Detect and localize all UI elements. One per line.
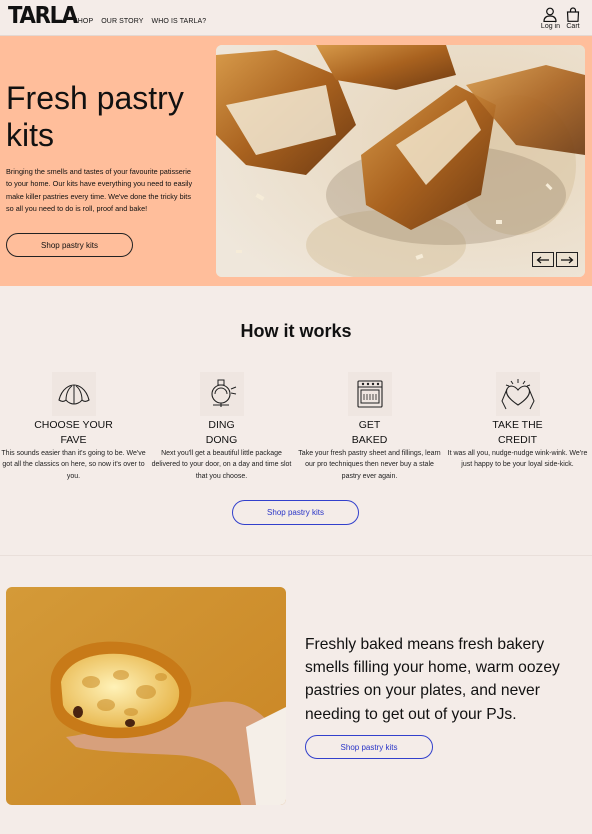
cart-label: Cart xyxy=(566,23,580,30)
main-nav: SHOP OUR STORY WHO IS TARLA? xyxy=(73,18,206,25)
step-title: DING DONG xyxy=(205,419,238,446)
step-take-credit: TAKE THE CREDIT It was all you, nudge-nu… xyxy=(445,372,590,471)
cart-link[interactable]: Cart xyxy=(566,7,580,30)
step-description: Take your fresh pastry sheet and filling… xyxy=(298,450,441,480)
step-ding-dong: DING DONG Next you'll get a beautiful li… xyxy=(149,372,294,482)
carousel-controls xyxy=(532,252,578,267)
step-choose: CHOOSE YOUR FAVE This sounds easier than… xyxy=(1,372,146,482)
how-it-works-title: How it works xyxy=(240,321,352,341)
step-description: Next you'll get a beautiful little packa… xyxy=(151,450,292,480)
feature-shop-button[interactable]: Shop pastry kits xyxy=(305,735,433,759)
feature-text: Freshly baked means fresh bakery smells … xyxy=(305,636,560,723)
step-title: CHOOSE YOUR FAVE xyxy=(34,419,113,446)
arrow-left-icon xyxy=(536,256,549,263)
pastry-hand-photo xyxy=(6,587,286,805)
how-shop-button[interactable]: Shop pastry kits xyxy=(232,500,359,525)
step-description: It was all you, nudge-nudge wink-wink. W… xyxy=(447,450,588,469)
heart-hands-icon xyxy=(495,372,540,416)
croissant-icon xyxy=(51,372,96,416)
nav-who-is-tarla[interactable]: WHO IS TARLA? xyxy=(152,18,207,25)
carousel-next-button[interactable] xyxy=(556,252,578,267)
oven-icon xyxy=(347,372,392,416)
hero-description: Bringing the smells and tastes of your f… xyxy=(6,167,193,214)
step-description: This sounds easier than it's going to be… xyxy=(1,450,146,480)
bag-icon xyxy=(566,7,580,22)
step-get-baked: GET BAKED Take your fresh pastry sheet a… xyxy=(297,372,442,482)
hero-section: Fresh pastry kits Bringing the smells an… xyxy=(0,36,592,286)
bell-icon xyxy=(199,372,244,416)
carousel-prev-button[interactable] xyxy=(532,252,554,267)
step-title: GET BAKED xyxy=(351,419,388,446)
arrow-right-icon xyxy=(561,256,574,263)
hero-shop-button[interactable]: Shop pastry kits xyxy=(6,233,133,257)
croissant-photo-illustration xyxy=(216,45,585,277)
site-header: TARLA SHOP OUR STORY WHO IS TARLA? Log i… xyxy=(0,0,592,36)
nav-our-story[interactable]: OUR STORY xyxy=(101,18,143,25)
hero-title: Fresh pastry kits xyxy=(6,80,184,153)
header-actions: Log in Cart xyxy=(541,7,580,30)
feature-section: Freshly baked means fresh bakery smells … xyxy=(0,557,592,834)
login-label: Log in xyxy=(540,23,560,30)
hero-croissant-photo xyxy=(216,45,585,277)
step-title: TAKE THE CREDIT xyxy=(492,419,543,446)
logo[interactable]: TARLA xyxy=(8,3,78,29)
login-link[interactable]: Log in xyxy=(541,7,560,30)
nav-shop[interactable]: SHOP xyxy=(73,18,93,25)
user-icon xyxy=(543,7,558,22)
how-it-works-section: How it works CHOOSE YOUR FAVE This sound… xyxy=(0,286,592,556)
pastry-photo-illustration xyxy=(6,587,286,805)
